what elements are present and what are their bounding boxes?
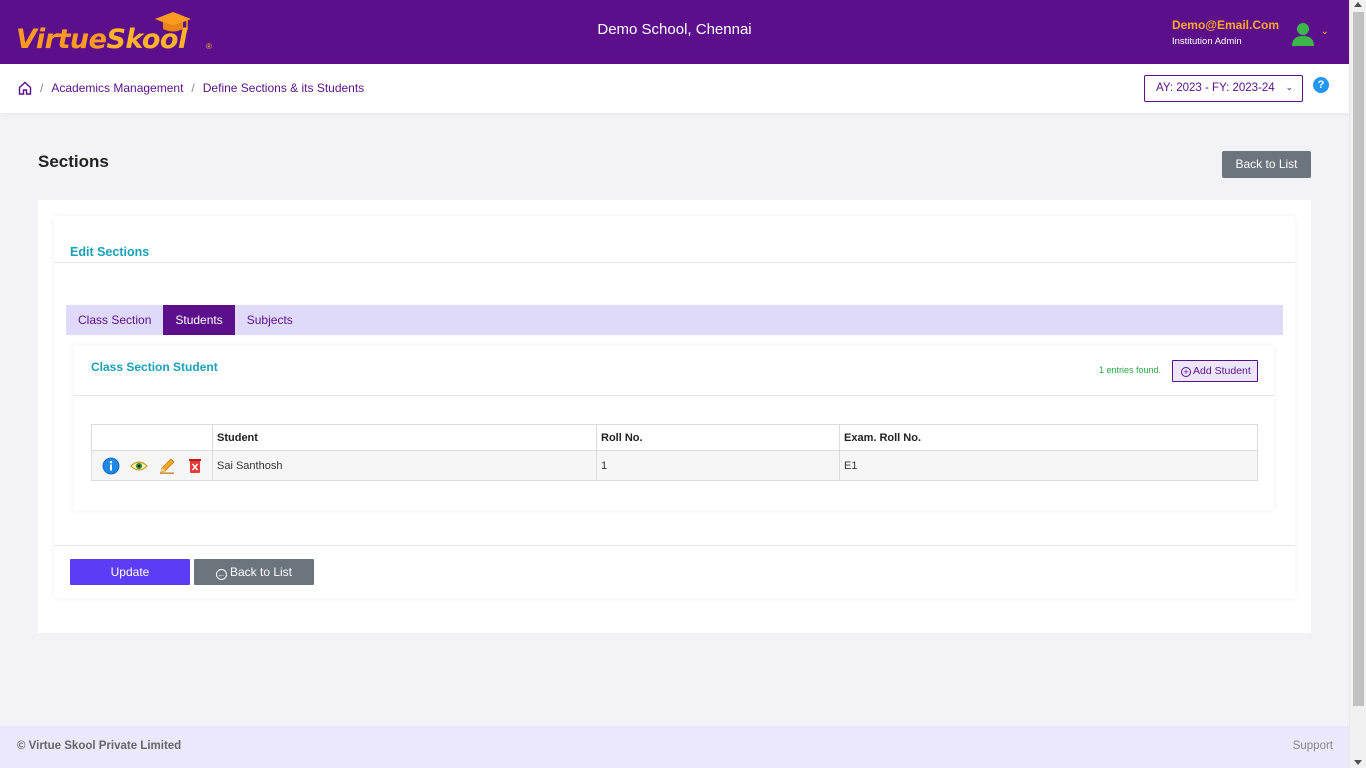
divider: [74, 395, 1274, 396]
app-page: VirtueSkool ® Demo School, Chennai Demo@…: [0, 0, 1349, 768]
table-header-row: Student Roll No. Exam. Roll No.: [91, 424, 1258, 451]
school-name: Demo School, Chennai: [597, 21, 752, 38]
add-student-label: Add Student: [1193, 365, 1251, 377]
user-menu[interactable]: Demo@Email.Com Institution Admin: [1172, 18, 1279, 47]
tab-class-section[interactable]: Class Section: [66, 305, 163, 335]
column-header-exam-roll-no: Exam. Roll No.: [839, 424, 1258, 451]
plus-circle-icon: +: [1181, 367, 1191, 377]
back-to-list-label: Back to List: [229, 565, 293, 579]
entries-count: 1 entries found.: [1099, 365, 1162, 375]
row-actions: [91, 450, 213, 481]
students-table: Student Roll No. Exam. Roll No. Sai Sant…: [91, 424, 1258, 481]
info-icon[interactable]: [102, 457, 120, 475]
vertical-scrollbar[interactable]: [1349, 0, 1366, 768]
edit-sections-title: Edit Sections: [70, 245, 150, 259]
scrollbar-thumb[interactable]: [1353, 12, 1364, 706]
sections-card: Edit Sections Class Section Students Sub…: [38, 200, 1311, 633]
scroll-down-arrow-icon[interactable]: [1354, 760, 1362, 765]
breadcrumb-academics-management[interactable]: Academics Management: [51, 81, 183, 95]
user-role: Institution Admin: [1171, 36, 1242, 47]
class-section-student-panel: Class Section Student 1 entries found. +…: [74, 346, 1274, 510]
back-to-list-bottom-button[interactable]: ← Back to List: [194, 559, 314, 585]
breadcrumb-bar: / Academics Management / Define Sections…: [0, 64, 1349, 113]
breadcrumb-separator: /: [40, 81, 44, 95]
update-button[interactable]: Update: [70, 559, 190, 585]
tab-subjects[interactable]: Subjects: [235, 305, 305, 335]
divider: [54, 262, 1295, 263]
cell-student: Sai Santhosh: [212, 450, 597, 481]
actions-column-header: [91, 424, 213, 451]
view-eye-icon[interactable]: [130, 457, 148, 475]
edit-pencil-icon[interactable]: [158, 457, 176, 475]
column-header-roll-no: Roll No.: [596, 424, 840, 451]
delete-icon[interactable]: [186, 457, 204, 475]
user-email: Demo@Email.Com: [1171, 18, 1279, 32]
section-tabs: Class Section Students Subjects: [66, 305, 1283, 335]
help-icon[interactable]: ?: [1313, 77, 1329, 93]
page-title: Sections: [38, 152, 109, 171]
support-link[interactable]: Support: [1293, 740, 1333, 752]
user-avatar-icon[interactable]: [1291, 22, 1315, 46]
table-row: Sai Santhosh 1 E1: [91, 450, 1258, 481]
scroll-up-arrow-icon[interactable]: [1354, 2, 1362, 7]
academic-year-select[interactable]: AY: 2023 - FY: 2023-24 ⌄: [1144, 75, 1303, 102]
column-header-student: Student: [212, 424, 597, 451]
breadcrumb: / Academics Management / Define Sections…: [18, 81, 364, 95]
academic-year-value: AY: 2023 - FY: 2023-24: [1156, 82, 1275, 94]
edit-sections-card: Edit Sections Class Section Students Sub…: [54, 216, 1295, 598]
chevron-down-icon[interactable]: ⌄: [1321, 26, 1329, 37]
page-footer: © Virtue Skool Private Limited Support: [0, 726, 1349, 768]
back-to-list-button[interactable]: Back to List: [1222, 151, 1311, 178]
add-student-button[interactable]: + Add Student: [1172, 360, 1258, 382]
class-section-student-title: Class Section Student: [91, 360, 218, 374]
cell-exam-roll-no: E1: [839, 450, 1258, 481]
arrow-left-circle-icon: ←: [215, 569, 227, 580]
chevron-down-icon: ⌄: [1285, 82, 1293, 92]
cell-roll-no: 1: [596, 450, 840, 481]
breadcrumb-separator: /: [191, 81, 195, 95]
divider: [54, 545, 1295, 546]
breadcrumb-define-sections[interactable]: Define Sections & its Students: [203, 81, 364, 95]
copyright-text: © Virtue Skool Private Limited: [17, 740, 182, 752]
registered-mark: ®: [206, 42, 212, 51]
home-icon[interactable]: [18, 81, 32, 95]
tab-students[interactable]: Students: [163, 305, 235, 335]
top-header: VirtueSkool ® Demo School, Chennai Demo@…: [0, 0, 1349, 64]
